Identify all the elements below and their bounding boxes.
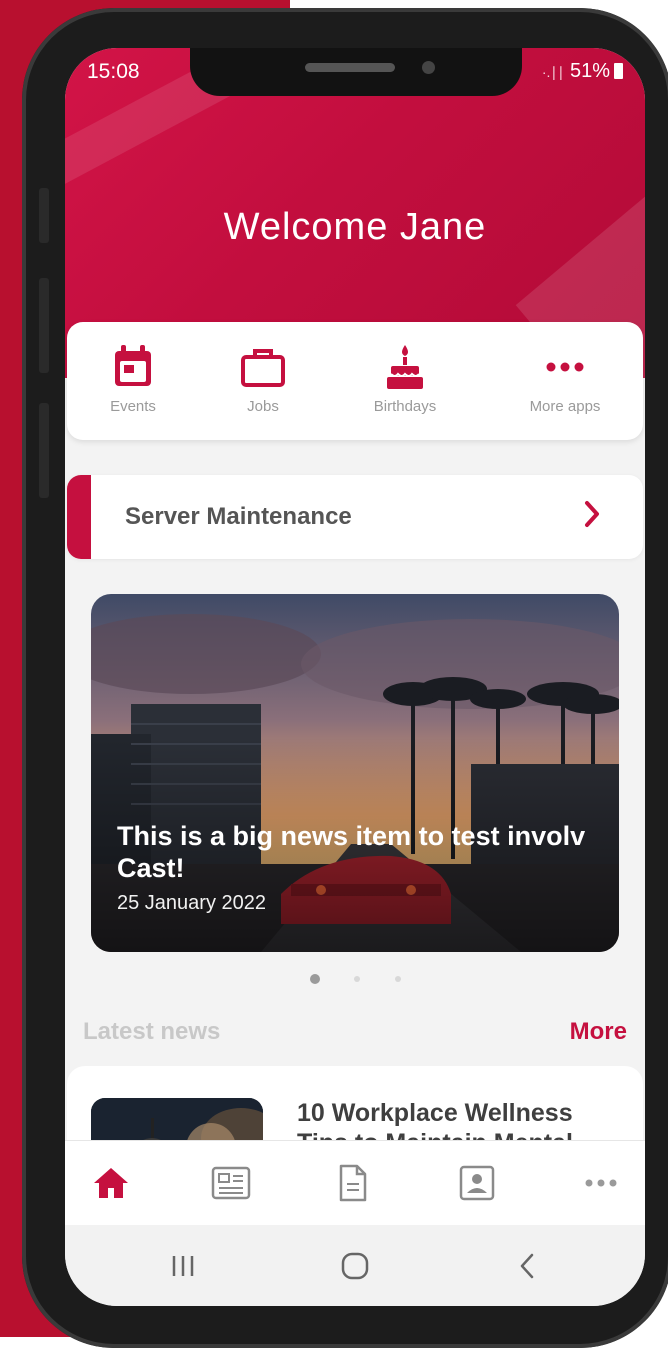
latest-news-heading: Latest news — [83, 1018, 221, 1045]
featured-news-card[interactable]: This is a big news item to test involv C… — [91, 594, 619, 952]
recent-apps-icon[interactable] — [153, 1241, 213, 1291]
carousel-dot[interactable] — [394, 975, 401, 982]
featured-news-date: 25 January 2022 — [117, 892, 267, 914]
carousel-dots — [310, 970, 431, 988]
home-icon[interactable] — [81, 1161, 141, 1205]
battery-icon — [614, 63, 623, 79]
briefcase-icon — [203, 342, 323, 392]
speaker — [305, 63, 395, 72]
side-button — [39, 188, 49, 243]
featured-news-title: This is a big news item to test involv C… — [117, 821, 586, 883]
app-more[interactable]: More apps — [505, 342, 625, 415]
chevron-right-icon — [583, 497, 603, 536]
status-indicators: ·.∣∣ 51% — [542, 60, 623, 83]
app-label: Birthdays — [373, 398, 437, 415]
app-screen: 15:08 ·.∣∣ 51% Welcome Jane Events Jobs … — [65, 48, 645, 1306]
maintenance-accent — [67, 475, 91, 559]
camera — [422, 61, 435, 74]
phone-notch — [190, 48, 522, 96]
newspaper-icon[interactable] — [201, 1161, 261, 1205]
battery-percent: 51% — [569, 60, 610, 82]
more-dots-icon — [505, 342, 625, 392]
signal-icon: ·.∣∣ — [541, 64, 565, 80]
side-button — [39, 278, 49, 373]
android-nav-bar — [65, 1225, 645, 1306]
status-time: 15:08 — [87, 60, 140, 83]
cake-icon — [345, 342, 465, 392]
app-label: Jobs — [247, 398, 279, 415]
carousel-dot-active[interactable] — [310, 973, 320, 984]
bottom-tab-bar — [65, 1140, 645, 1226]
home-button-icon[interactable] — [325, 1241, 385, 1291]
app-label: More apps — [529, 398, 601, 415]
app-label: Events — [110, 398, 156, 415]
app-jobs[interactable]: Jobs — [203, 342, 323, 415]
maintenance-label: Server Maintenance — [125, 503, 352, 530]
carousel-dot[interactable] — [354, 975, 361, 982]
calendar-icon — [73, 342, 193, 392]
document-icon[interactable] — [323, 1161, 383, 1205]
maintenance-banner[interactable]: Server Maintenance — [67, 475, 643, 559]
more-dots-icon[interactable] — [571, 1161, 631, 1205]
quick-apps-card: Events Jobs Birthdays More apps — [67, 322, 643, 440]
welcome-title: Welcome Jane — [223, 206, 487, 248]
app-birthdays[interactable]: Birthdays — [345, 342, 465, 415]
contact-card-icon[interactable] — [447, 1161, 507, 1205]
app-events[interactable]: Events — [73, 342, 193, 415]
back-icon[interactable] — [497, 1241, 557, 1291]
latest-news-more-link[interactable]: More — [570, 1018, 627, 1046]
side-button — [39, 403, 49, 498]
